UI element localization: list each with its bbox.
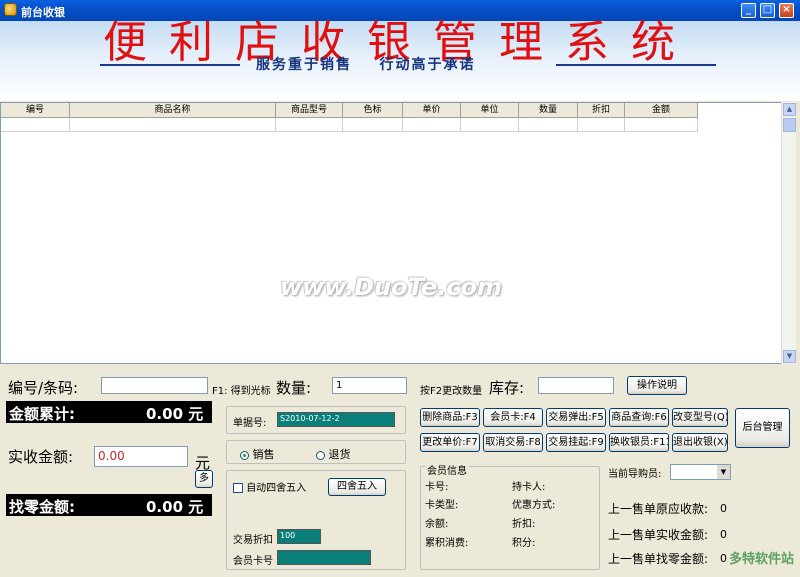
change-model-button[interactable]: 改变型号(Q) [672,408,728,427]
grid-cell[interactable] [403,118,461,132]
hold-trade-button[interactable]: 交易挂起:F9 [546,433,606,452]
member-points: 积分: [512,538,536,549]
code-input[interactable] [101,377,208,394]
delete-item-button[interactable]: 删除商品:F3 [420,408,480,427]
grid-cell[interactable] [578,118,625,132]
grid-cell[interactable] [276,118,343,132]
member-balance: 余额: [425,519,449,530]
checkbox-icon[interactable] [233,483,243,493]
col-header-color[interactable]: 色标 [343,103,403,118]
radio-icon[interactable] [316,450,325,460]
received-label: 实收金额: [8,448,74,466]
col-header-name[interactable]: 商品名称 [70,103,276,118]
stock-input[interactable] [538,377,614,394]
member-card-type: 卡类型: [425,500,459,511]
member-holder: 持卡人: [512,482,546,493]
scroll-thumb[interactable] [783,118,796,132]
sales-grid[interactable]: 编号 商品名称 商品型号 色标 单价 单位 数量 折扣 金额 [0,102,796,364]
grid-cell[interactable] [519,118,578,132]
round-button[interactable]: 四舍五入 [328,478,386,496]
last-receivable-label: 上一售单原应收款: [608,502,709,516]
qty-hint: 按F2更改数量 [420,386,482,397]
return-label: 退货 [328,448,351,461]
watermark-text: www.DuoTe.com [280,273,502,301]
member-card-no: 卡号: [425,482,449,493]
receipt-value: S2010-07-12-2 [277,412,395,427]
grid-cell[interactable] [461,118,519,132]
scroll-down-icon[interactable]: ▼ [783,350,796,363]
corner-logo: 多特软件站 [728,552,794,567]
col-header-model[interactable]: 商品型号 [276,103,343,118]
grid-cell[interactable] [625,118,698,132]
receipt-label: 单据号: [233,418,267,429]
admin-button[interactable]: 后台管理 [735,408,790,448]
stock-label: 库存: [489,379,525,397]
current-guide-label: 当前导购员: [608,469,662,480]
member-card-input[interactable] [277,550,371,565]
last-receivable-value: 0 [720,502,727,515]
return-radio[interactable]: 退货 [316,446,351,462]
col-header-qty[interactable]: 数量 [519,103,578,118]
auto-round-checkbox[interactable]: 自动四舍五入 [233,479,306,494]
radio-selected-icon[interactable] [240,450,249,460]
qty-label: 数量: [276,379,312,397]
change-price-button[interactable]: 更改单价:F7 [420,433,480,452]
grid-cell[interactable] [343,118,403,132]
chevron-down-icon[interactable]: ▼ [717,465,730,479]
received-input[interactable]: 0.00 [94,446,188,467]
switch-cashier-button[interactable]: 换收银员:F11 [609,433,669,452]
grid-cell[interactable] [1,118,70,132]
scroll-up-icon[interactable]: ▲ [783,103,796,116]
col-header-code[interactable]: 编号 [1,103,70,118]
more-button[interactable]: 多 [195,470,213,488]
member-offer: 优惠方式: [512,500,556,511]
sale-radio[interactable]: 销售 [240,446,275,462]
last-received-label: 上一售单实收金额: [608,528,709,542]
member-discount: 折扣: [512,519,536,530]
col-header-amount[interactable]: 金额 [625,103,698,118]
total-label: 金额累计: [9,405,75,423]
trade-discount-value[interactable]: 100 [277,529,321,544]
cancel-trade-button[interactable]: 取消交易:F8 [483,433,543,452]
grid-scrollbar[interactable]: ▲ ▼ [781,102,796,364]
last-change-label: 上一售单找零金额: [608,552,709,566]
grid-cell[interactable] [70,118,276,132]
member-card-button[interactable]: 会员卡:F4 [483,408,543,427]
total-value: 0.00 元 [146,405,204,423]
member-card-label: 会员卡号 [233,556,273,567]
member-info-title: 会员信息 [425,462,469,477]
sale-label: 销售 [252,448,275,461]
pop-trade-button[interactable]: 交易弹出:F5 [546,408,606,427]
trade-discount-label: 交易折扣 [233,535,273,546]
last-change-value: 0 [720,552,727,565]
col-header-discount[interactable]: 折扣 [578,103,625,118]
item-query-button[interactable]: 商品查询:F6 [609,408,669,427]
change-value: 0.00 元 [146,498,204,516]
col-header-unit[interactable]: 单位 [461,103,519,118]
banner-divider-left [100,64,240,66]
banner-divider-right [556,64,716,66]
banner-slogan: 服务重于销售 行动高于承诺 [256,57,476,73]
col-header-price[interactable]: 单价 [403,103,461,118]
code-hint: F1: 得到光标 [212,386,271,397]
member-cumulative: 累积消费: [425,538,469,549]
last-received-value: 0 [720,528,727,541]
guide-select[interactable]: ▼ [670,464,731,480]
auto-round-label: 自动四舍五入 [246,483,307,494]
qty-input[interactable]: 1 [332,377,407,394]
code-label: 编号/条码: [8,379,79,397]
exit-cashier-button[interactable]: 退出收银(X) [672,433,728,452]
help-button[interactable]: 操作说明 [627,376,687,395]
change-label: 找零金额: [9,498,75,516]
